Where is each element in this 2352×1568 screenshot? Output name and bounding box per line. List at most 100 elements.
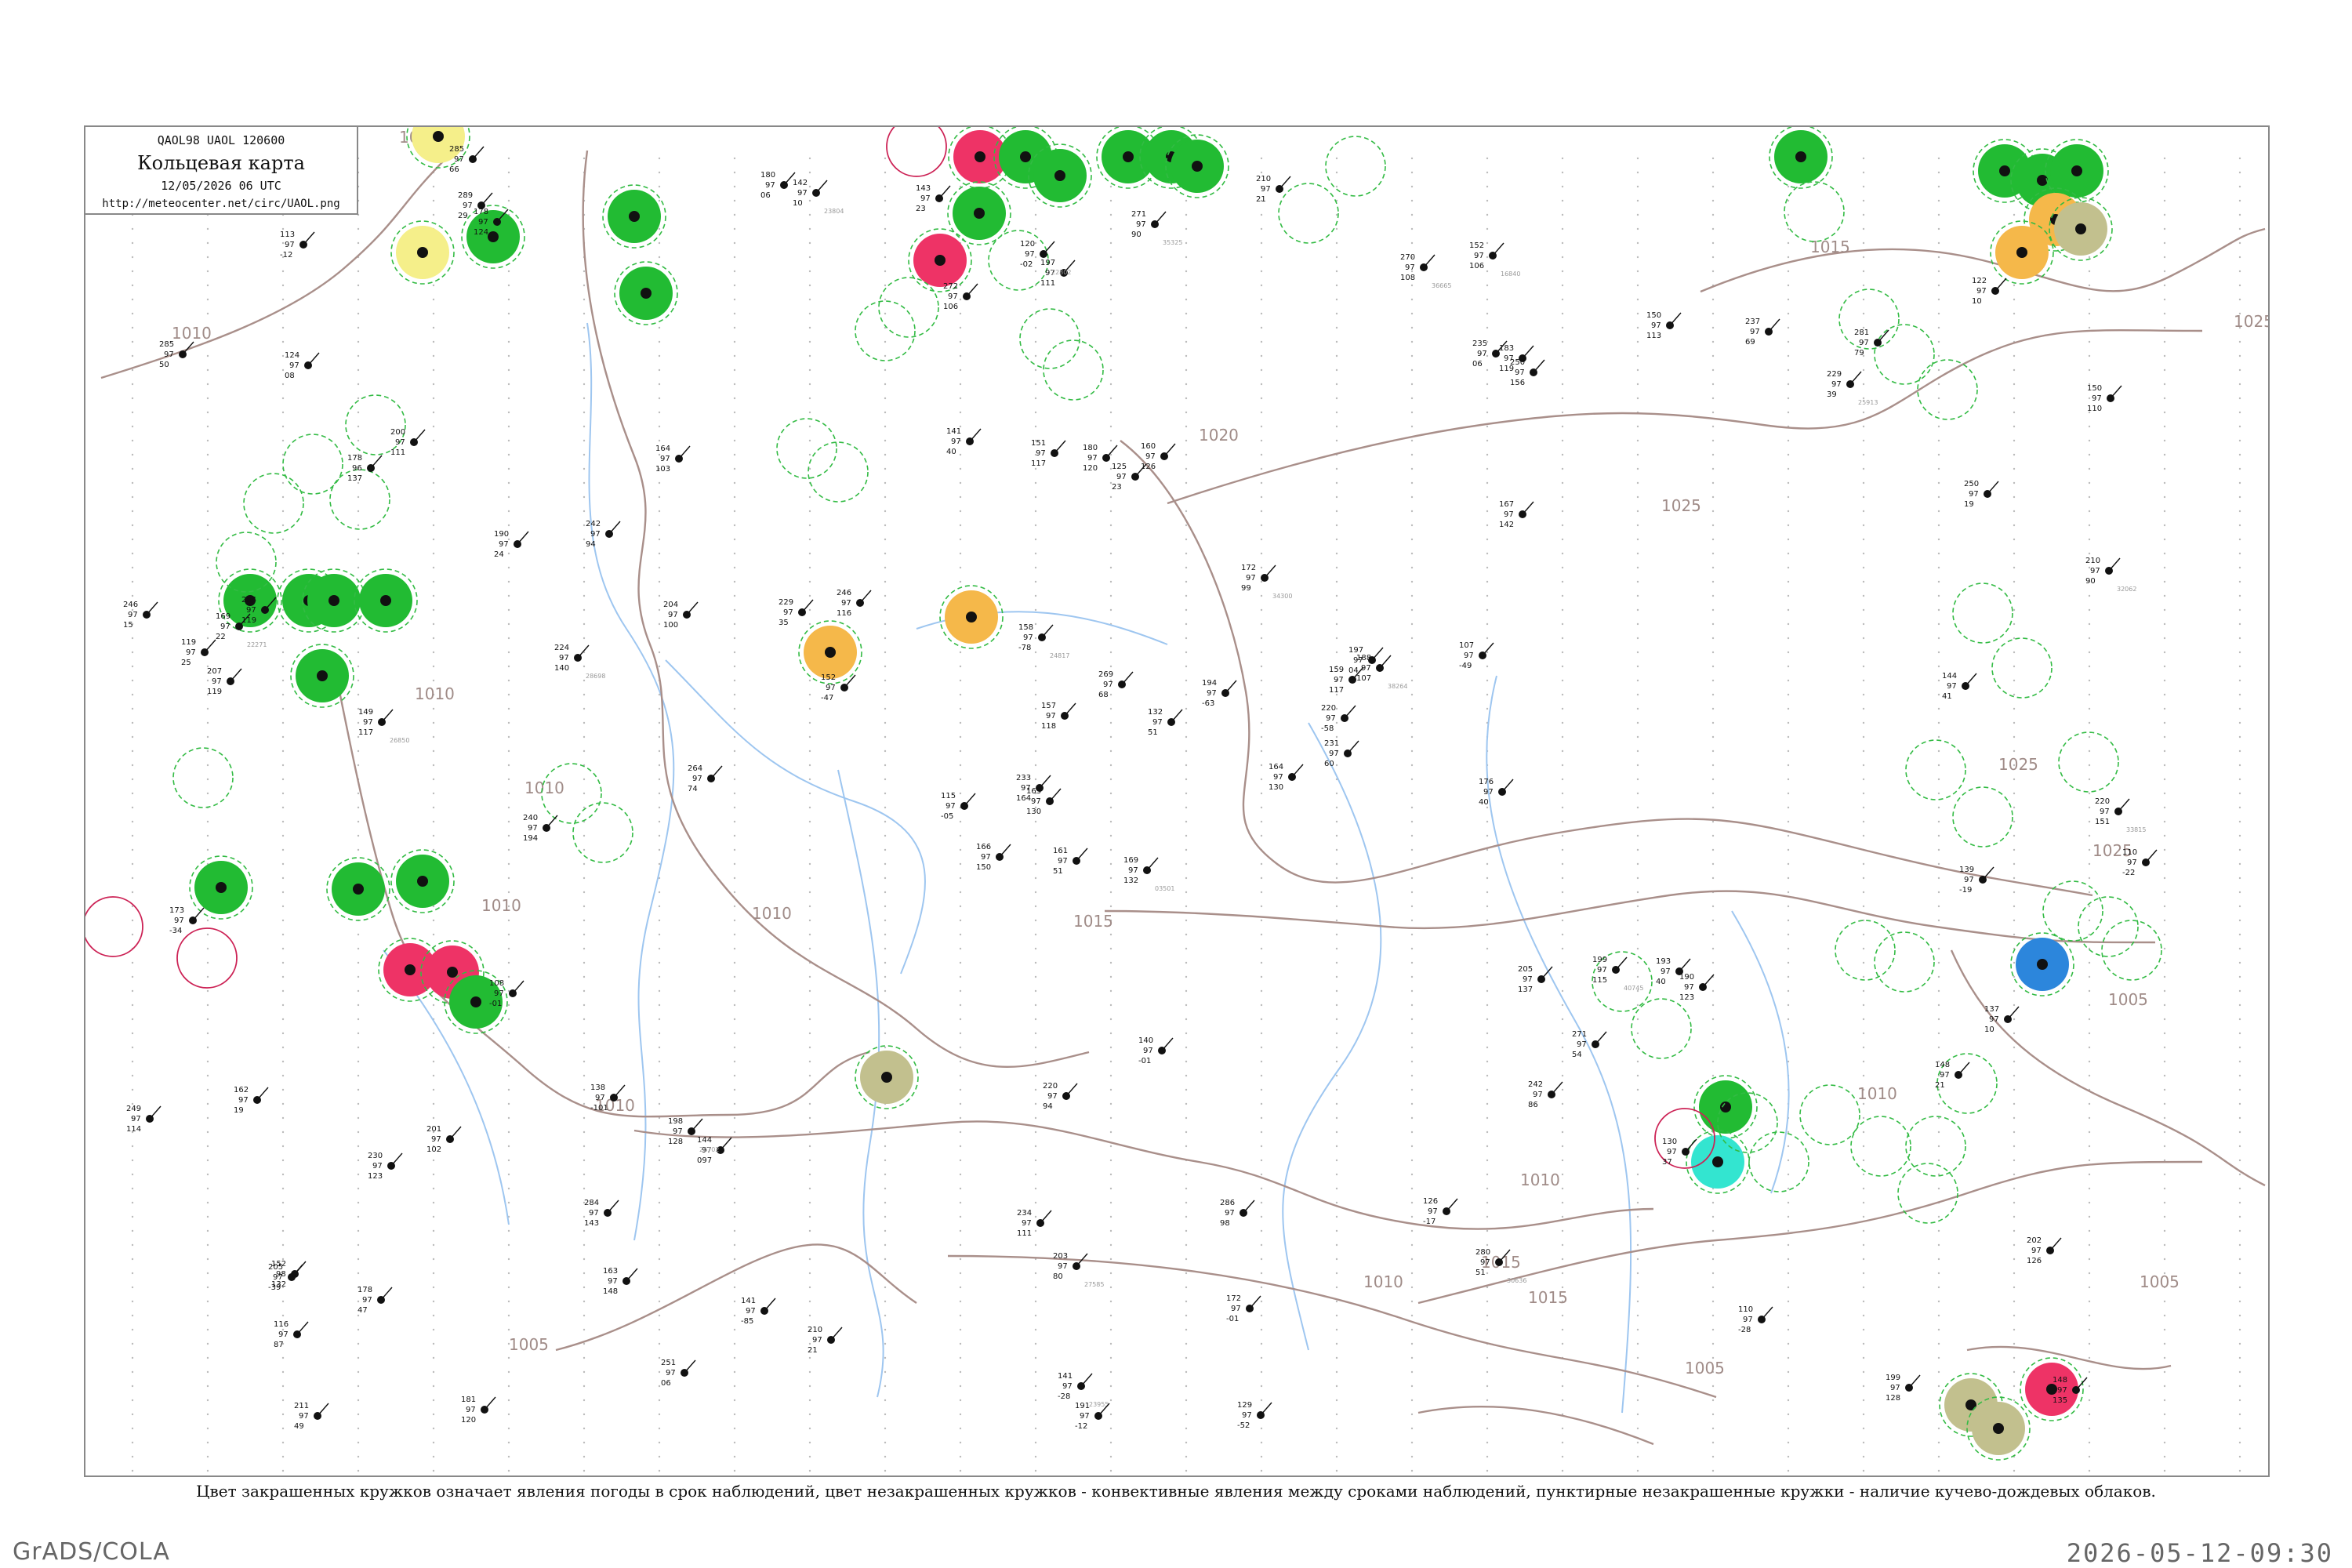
station-plot[interactable]: 1909724 <box>494 530 529 559</box>
cb-dashed-ring[interactable] <box>2101 920 2162 981</box>
rain-weather-marker[interactable] <box>390 849 455 913</box>
fog_mist-weather-marker[interactable] <box>390 220 455 285</box>
station-plot[interactable]: 2859750 <box>159 340 194 369</box>
cb-dashed-ring[interactable] <box>1952 583 2013 644</box>
station-plot[interactable]: 2859766 <box>449 145 485 174</box>
station-plot[interactable]: 14197-85 <box>741 1297 776 1326</box>
station-plot[interactable]: 16497103 <box>655 445 691 474</box>
station-plot[interactable]: 28497143 <box>584 1199 619 1228</box>
rain-weather-marker[interactable] <box>2045 139 2109 203</box>
map-canvas[interactable]: 1010101010101010101010101010101510151015… <box>85 127 2268 1475</box>
station-plot[interactable]: 2249714028698 <box>554 644 605 680</box>
cb-dashed-ring[interactable] <box>1874 324 1935 385</box>
station-plot[interactable]: 1809706 <box>760 171 796 200</box>
station-plot[interactable]: 1199725 <box>181 638 216 667</box>
station-plot[interactable]: 1769740 <box>1479 778 1514 807</box>
station-plot[interactable]: 13997-19 <box>1959 866 1994 895</box>
station-plot[interactable]: 11097-22 <box>2122 848 2158 877</box>
station-plot[interactable]: 20197102 <box>426 1125 462 1154</box>
station-plot[interactable]: 12697-17 <box>1423 1197 1458 1226</box>
station-plot[interactable]: 1489721 <box>1935 1061 1970 1090</box>
station-plot[interactable]: 1499711726850 <box>358 708 409 744</box>
station-plot[interactable]: 1999711540745 <box>1592 956 1643 992</box>
station-plot[interactable]: 2209794 <box>1043 1082 1078 1111</box>
haze-weather-marker[interactable] <box>939 585 1004 649</box>
station-plot[interactable]: 15097110 <box>2087 384 2122 413</box>
convective-ring[interactable] <box>176 927 238 989</box>
station-plot[interactable]: 1449741 <box>1942 672 1977 701</box>
station-plot[interactable]: 2699768 <box>1098 670 1134 699</box>
station-plot[interactable]: 2719754 <box>1572 1030 1607 1059</box>
station-plot[interactable]: 15297-47 <box>821 673 856 702</box>
thunder-weather-marker[interactable] <box>908 228 972 292</box>
map-source-url[interactable]: http://meteocenter.net/circ/UAOL.png <box>85 198 357 210</box>
station-plot[interactable]: 1169787 <box>274 1320 309 1349</box>
convective-ring[interactable] <box>85 896 143 957</box>
cb-dashed-ring[interactable] <box>1917 359 1978 420</box>
cb-dashed-ring[interactable] <box>1325 136 1386 197</box>
station-plot[interactable]: 14097-01 <box>1138 1036 1174 1065</box>
rain-weather-marker[interactable] <box>614 261 678 325</box>
station-plots[interactable]: 1699713203501178961371639713015298132159… <box>123 145 2158 1431</box>
rain-weather-marker[interactable] <box>1769 127 1833 189</box>
station-plot[interactable]: 23097123 <box>368 1152 403 1181</box>
station-plot[interactable]: 229973925913 <box>1827 370 1878 406</box>
cb-dashed-ring[interactable] <box>1019 308 1080 369</box>
cb-dashed-ring[interactable] <box>878 277 939 338</box>
station-plot[interactable]: 19097123 <box>1679 973 1715 1002</box>
cb-dashed-ring[interactable] <box>2042 880 2103 942</box>
station-plot[interactable]: 2379769 <box>1745 318 1780 347</box>
cb-dashed-ring[interactable] <box>1784 181 1845 242</box>
station-plot[interactable]: 22097-58 <box>1321 704 1356 733</box>
station-plot[interactable]: 2109721 <box>1256 175 1291 204</box>
cb-dashed-ring[interactable] <box>1838 289 1900 350</box>
snow-weather-marker[interactable] <box>2010 932 2074 996</box>
station-plot[interactable]: 20097111 <box>390 428 426 457</box>
station-plot[interactable]: 1419740 <box>946 427 982 456</box>
station-plot[interactable]: 2429794 <box>586 520 621 549</box>
station-plot[interactable]: 17297-01 <box>1226 1294 1261 1323</box>
station-plot[interactable]: 11397-12 <box>280 230 315 260</box>
station-plot[interactable]: 210979032062 <box>2085 557 2136 593</box>
cb-dashed-ring[interactable] <box>988 230 1049 291</box>
station-plot[interactable]: 2869798 <box>1220 1199 1255 1228</box>
cb-dashed-ring[interactable] <box>243 473 304 534</box>
station-plot[interactable]: 1329751 <box>1148 708 1183 737</box>
cb-dashed-ring[interactable] <box>855 300 916 361</box>
convective-ring[interactable] <box>886 127 947 177</box>
rain-weather-marker[interactable] <box>290 644 354 708</box>
rain-weather-marker[interactable] <box>189 855 253 920</box>
station-plot[interactable]: 17896137 <box>347 454 383 483</box>
cb-dashed-ring[interactable] <box>572 802 633 863</box>
station-plot[interactable]: 1989712826702 <box>668 1117 719 1153</box>
cb-dashed-ring[interactable] <box>2058 731 2119 793</box>
station-plot[interactable]: 25097156 <box>1510 358 1545 387</box>
station-plot[interactable]: 1629719 <box>234 1086 269 1115</box>
station-plot[interactable]: 27297106 <box>943 282 978 311</box>
rain-weather-marker[interactable] <box>354 568 418 633</box>
station-plot[interactable]: 1529710616840 <box>1469 241 1520 278</box>
station-plot[interactable]: 11097-28 <box>1738 1305 1773 1334</box>
station-plot[interactable]: 16497130 <box>1269 763 1304 792</box>
station-plot[interactable]: 15097113 <box>1646 311 1682 340</box>
cb-dashed-ring[interactable] <box>282 434 343 495</box>
cb-dashed-ring[interactable] <box>2078 896 2139 957</box>
station-plot[interactable]: 20797119 <box>207 667 242 696</box>
station-plot[interactable]: 1439723 <box>916 184 951 213</box>
station-plot[interactable]: 23497111 <box>1017 1209 1052 1238</box>
station-plot[interactable]: 24697116 <box>837 589 872 618</box>
cb-dashed-ring[interactable] <box>172 747 234 808</box>
station-plot[interactable]: 24997114 <box>126 1105 162 1134</box>
cb-dashed-ring[interactable] <box>1991 637 2053 699</box>
station-plot[interactable]: 1249708 <box>285 351 320 380</box>
station-plot[interactable]: 2649774 <box>688 764 723 793</box>
cb-dashed-ring[interactable] <box>776 418 837 479</box>
station-plot[interactable]: 20497100 <box>663 601 699 630</box>
station-plot[interactable]: 20297126 <box>2027 1236 2062 1265</box>
rain-weather-marker[interactable] <box>602 184 666 249</box>
station-plot[interactable]: 2469715 <box>123 601 158 630</box>
rain-weather-marker[interactable] <box>461 205 525 269</box>
station-plot[interactable]: 1229710 <box>1972 277 2007 306</box>
station-plot[interactable]: 16697150 <box>976 843 1011 872</box>
cb-dashed-ring[interactable] <box>808 441 869 503</box>
